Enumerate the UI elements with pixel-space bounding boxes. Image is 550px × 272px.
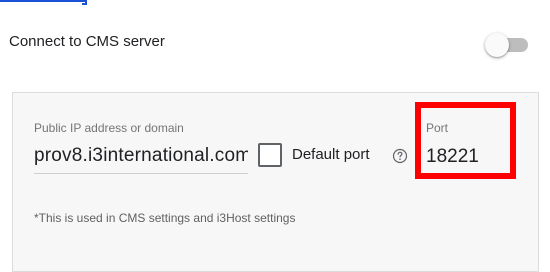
ip-address-label: Public IP address or domain [34,121,184,135]
ip-address-input[interactable]: prov8.i3international.com [34,145,248,173]
top-link-fragment [82,0,87,5]
toggle-knob [485,33,509,57]
help-circle-icon[interactable] [392,148,408,164]
connect-cms-label: Connect to CMS server [9,33,165,50]
connect-cms-toggle[interactable] [485,32,531,58]
default-port-label: Default port [292,146,370,163]
ip-address-underline [34,173,248,174]
top-link-underline [0,0,87,2]
default-port-checkbox[interactable] [258,143,282,167]
settings-note: *This is used in CMS settings and i3Host… [34,211,296,225]
port-highlight-box [415,102,516,179]
